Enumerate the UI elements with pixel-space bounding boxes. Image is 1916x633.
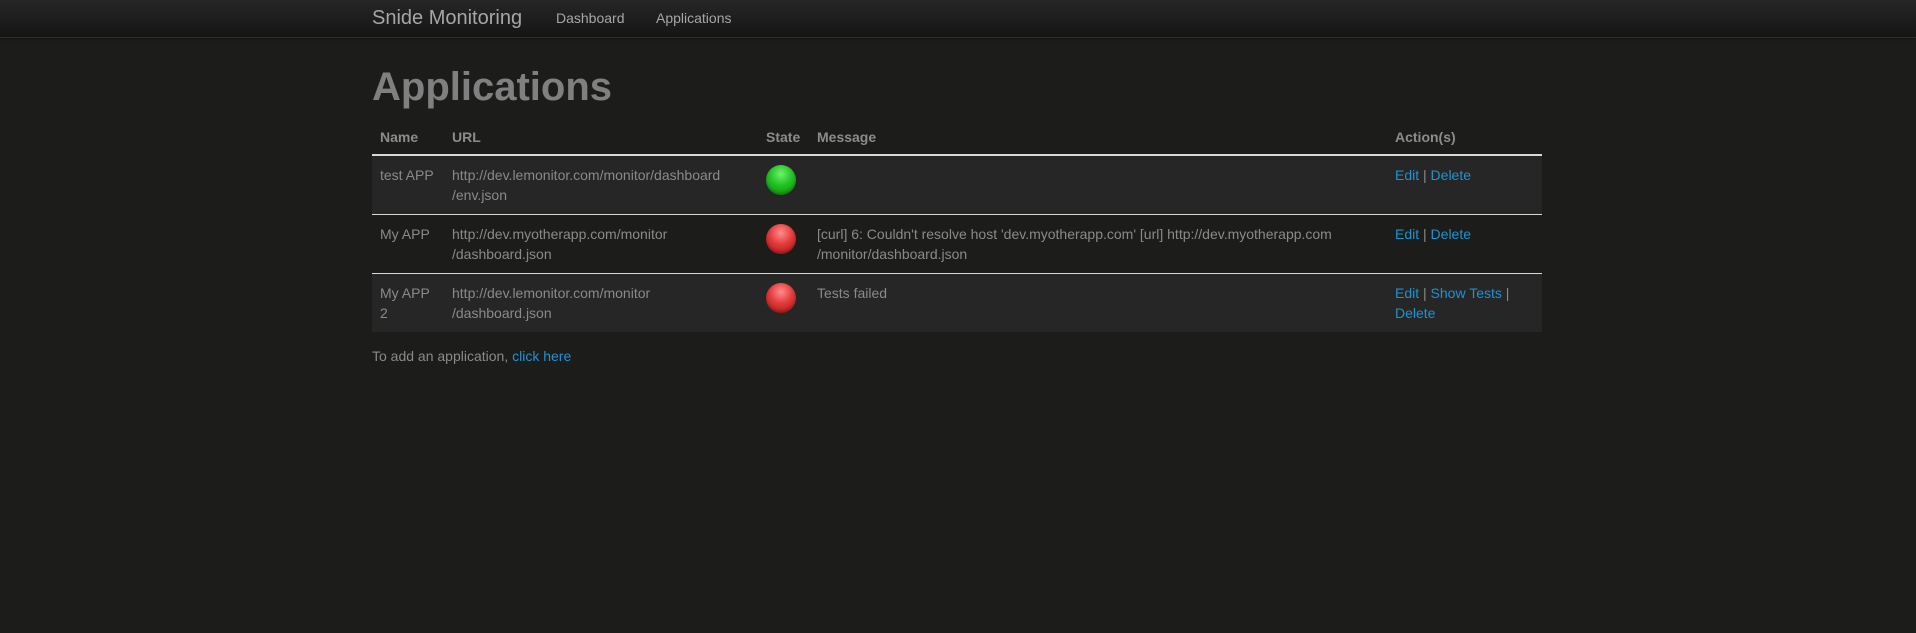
message-line: /monitor/dashboard.json — [817, 246, 968, 262]
delete-link[interactable]: Delete — [1431, 226, 1471, 242]
state-fail-indicator — [766, 224, 796, 254]
edit-link[interactable]: Edit — [1395, 167, 1419, 183]
add-application-note: To add an application, click here — [372, 346, 571, 366]
app-message: [curl] 6: Couldn't resolve host 'dev.myo… — [809, 214, 1387, 274]
app-state — [758, 273, 809, 332]
delete-link[interactable]: Delete — [1431, 167, 1471, 183]
separator: | — [1505, 285, 1510, 301]
app-url-line: http://dev.myotherapp.com/monitor — [452, 226, 668, 242]
table-row: My APP http://dev.myotherapp.com/monitor… — [372, 214, 1542, 274]
app-url: http://dev.lemonitor.com/monitor/dashboa… — [444, 155, 758, 215]
app-url-line: /dashboard.json — [452, 305, 552, 321]
app-url: http://dev.lemonitor.com/monitor /dashbo… — [444, 273, 758, 332]
brand-link[interactable]: Snide Monitoring — [372, 8, 522, 28]
state-ok-indicator — [766, 165, 796, 195]
edit-link[interactable]: Edit — [1395, 226, 1419, 242]
app-message: Tests failed — [809, 273, 1387, 332]
separator: | — [1423, 167, 1427, 183]
header-message: Message — [809, 118, 1387, 156]
app-url-line: /dashboard.json — [452, 246, 552, 262]
show-tests-link[interactable]: Show Tests — [1431, 285, 1502, 301]
app-actions: Edit | Delete — [1387, 155, 1542, 215]
header-name: Name — [372, 118, 444, 156]
message-line: [curl] 6: Couldn't resolve host 'dev.myo… — [817, 226, 1332, 242]
add-application-link[interactable]: click here — [512, 348, 571, 364]
add-application-text: To add an application, — [372, 348, 513, 364]
edit-link[interactable]: Edit — [1395, 285, 1419, 301]
nav-dashboard[interactable]: Dashboard — [556, 10, 625, 26]
app-url: http://dev.myotherapp.com/monitor /dashb… — [444, 214, 758, 274]
delete-link[interactable]: Delete — [1395, 305, 1435, 321]
header-url: URL — [444, 118, 758, 156]
header-state: State — [758, 118, 809, 156]
app-state — [758, 214, 809, 274]
app-actions: Edit | Delete — [1387, 214, 1542, 274]
page-title: Applications — [372, 65, 613, 109]
separator: | — [1423, 226, 1427, 242]
app-name: My APP — [372, 214, 444, 274]
header-actions: Action(s) — [1387, 118, 1542, 156]
app-url-line: http://dev.lemonitor.com/monitor — [452, 285, 651, 301]
app-url-line: /env.json — [452, 187, 507, 203]
app-url-line: http://dev.lemonitor.com/monitor/dashboa… — [452, 167, 721, 183]
app-name: My APP 2 — [372, 273, 444, 332]
table-row: My APP 2 http://dev.lemonitor.com/monito… — [372, 273, 1542, 332]
app-state — [758, 155, 809, 215]
separator: | — [1423, 285, 1427, 301]
table-row: test APP http://dev.lemonitor.com/monito… — [372, 155, 1542, 215]
app-name-line: 2 — [380, 305, 388, 321]
app-name-line: My APP — [380, 285, 430, 301]
nav-applications[interactable]: Applications — [656, 10, 732, 26]
state-fail-indicator — [766, 283, 796, 313]
app-actions: Edit | Show Tests | Delete — [1387, 273, 1542, 332]
app-message — [809, 155, 1387, 215]
top-navbar: Snide Monitoring Dashboard Applications — [0, 0, 1916, 38]
app-name: test APP — [372, 155, 444, 215]
table-header-row: Name URL State Message Action(s) — [372, 118, 1542, 156]
applications-table: Name URL State Message Action(s) test AP… — [372, 118, 1542, 332]
